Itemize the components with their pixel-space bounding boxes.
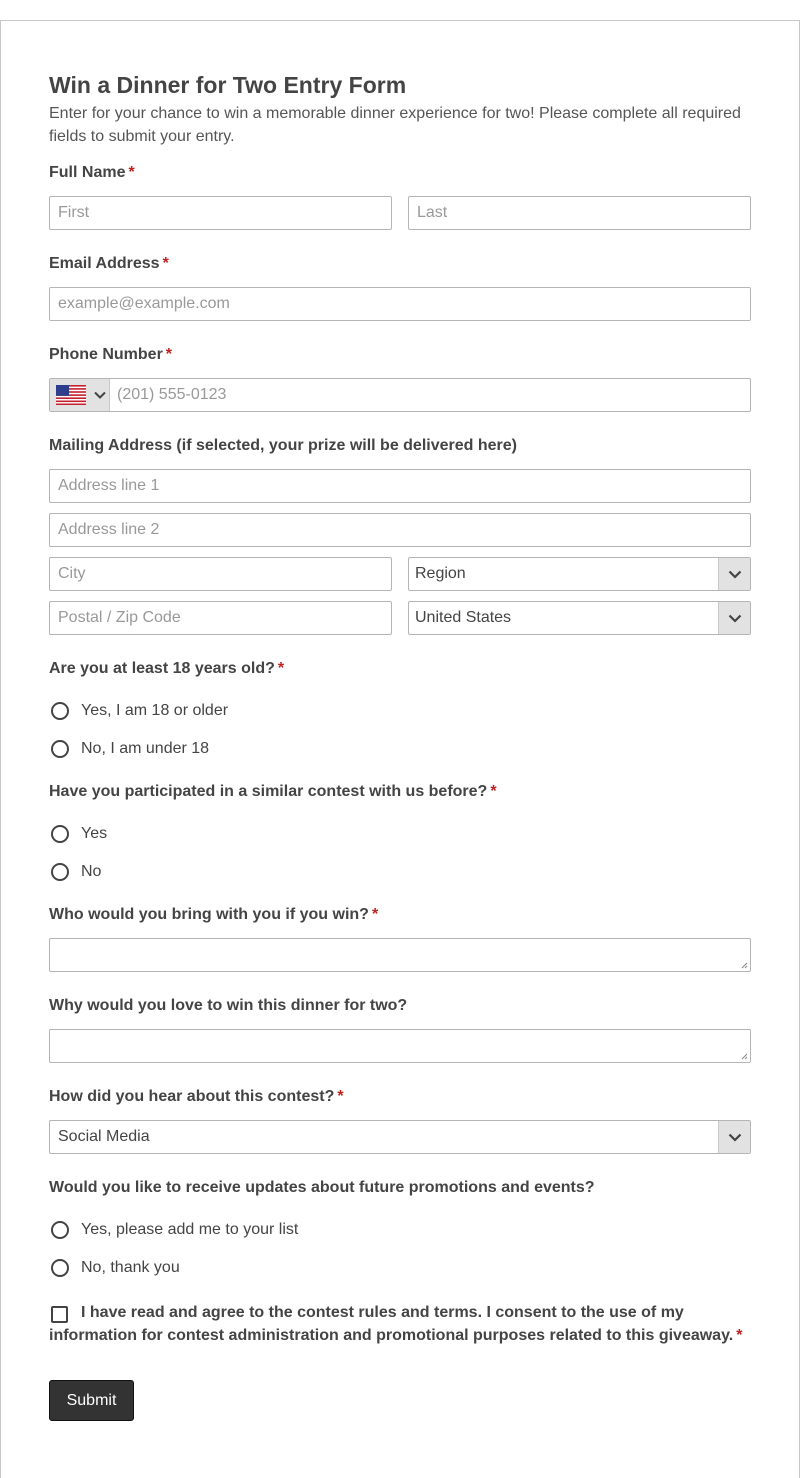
chevron-down-icon xyxy=(94,391,106,399)
radio-button[interactable] xyxy=(51,863,69,881)
radio-button[interactable] xyxy=(51,740,69,758)
country-dropdown-button[interactable] xyxy=(718,602,750,634)
radio-label: Yes, I am 18 or older xyxy=(81,702,229,719)
radio-label: Yes, please add me to your list xyxy=(81,1221,299,1238)
updates-option-no[interactable]: No, thank you xyxy=(49,1257,180,1279)
required-marker: * xyxy=(490,783,497,800)
required-marker: * xyxy=(128,164,135,181)
last-name-input[interactable]: Last xyxy=(408,196,751,230)
age-question-label: Are you at least 18 years old? * xyxy=(49,660,284,678)
required-marker: * xyxy=(736,1327,743,1344)
radio-button[interactable] xyxy=(51,702,69,720)
radio-label: No, thank you xyxy=(81,1259,180,1276)
updates-question-label: Would you like to receive updates about … xyxy=(49,1179,595,1196)
phone-label-text: Phone Number xyxy=(49,346,163,363)
updates-option-yes[interactable]: Yes, please add me to your list xyxy=(49,1219,298,1241)
source-question-text: How did you hear about this contest? xyxy=(49,1088,335,1105)
phone-label: Phone Number * xyxy=(49,346,172,364)
country-code-select[interactable] xyxy=(50,379,110,411)
radio-label: No, I am under 18 xyxy=(81,740,210,757)
email-input[interactable]: example@example.com xyxy=(49,287,751,321)
city-input[interactable]: City xyxy=(49,557,392,591)
source-select-value: Social Media xyxy=(58,1128,150,1145)
region-select[interactable]: Region xyxy=(408,557,751,591)
participated-question-label: Have you participated in a similar conte… xyxy=(49,783,497,801)
region-dropdown-button[interactable] xyxy=(718,558,750,590)
region-select-value: Region xyxy=(415,565,466,582)
country-select[interactable]: United States xyxy=(408,601,751,635)
age-option-no[interactable]: No, I am under 18 xyxy=(49,738,209,760)
full-name-label: Full Name * xyxy=(49,164,135,182)
chevron-down-icon xyxy=(728,1133,741,1142)
required-marker: * xyxy=(337,1088,344,1105)
source-select[interactable]: Social Media xyxy=(49,1120,751,1154)
age-question-text: Are you at least 18 years old? xyxy=(49,660,275,677)
address-line2-input[interactable]: Address line 2 xyxy=(49,513,751,547)
first-name-input[interactable]: First xyxy=(49,196,392,230)
required-marker: * xyxy=(165,346,173,363)
age-option-yes[interactable]: Yes, I am 18 or older xyxy=(49,700,228,722)
companion-question-text: Who would you bring with you if you win? xyxy=(49,906,369,923)
address-line1-input[interactable]: Address line 1 xyxy=(49,469,751,503)
resize-handle-icon[interactable] xyxy=(741,1053,748,1060)
address-label: Mailing Address (if selected, your prize… xyxy=(49,437,517,454)
phone-input[interactable]: (201) 555-0123 xyxy=(49,378,751,412)
form-title: Win a Dinner for Two Entry Form xyxy=(49,72,407,98)
consent-text: I have read and agree to the contest rul… xyxy=(49,1304,734,1344)
radio-label: Yes xyxy=(81,825,108,842)
participated-option-no[interactable]: No xyxy=(49,861,101,883)
radio-button[interactable] xyxy=(51,1221,69,1239)
required-marker: * xyxy=(371,906,379,923)
radio-button[interactable] xyxy=(51,1259,69,1277)
country-select-value: United States xyxy=(415,609,512,626)
participated-option-yes[interactable]: Yes xyxy=(49,823,107,845)
required-marker: * xyxy=(162,255,169,272)
form-description: Enter for your chance to win a memorable… xyxy=(49,105,741,145)
submit-button[interactable]: Submit xyxy=(49,1380,134,1421)
participated-question-text: Have you participated in a similar conte… xyxy=(49,783,488,800)
radio-label: No xyxy=(81,863,102,880)
reason-question-label: Why would you love to win this dinner fo… xyxy=(49,997,408,1014)
chevron-down-icon xyxy=(728,614,741,623)
reason-textarea[interactable] xyxy=(49,1029,751,1063)
companion-question-label: Who would you bring with you if you win?… xyxy=(49,906,378,924)
chevron-down-icon xyxy=(728,570,741,579)
required-marker: * xyxy=(277,660,285,677)
source-question-label: How did you hear about this contest? * xyxy=(49,1088,344,1106)
us-flag-icon xyxy=(56,385,86,405)
consent-label: I have read and agree to the contest rul… xyxy=(49,1301,754,1347)
email-label: Email Address * xyxy=(49,255,169,273)
email-label-text: Email Address xyxy=(49,255,160,272)
full-name-label-text: Full Name xyxy=(49,164,126,181)
companion-textarea[interactable] xyxy=(49,938,751,972)
postal-code-input[interactable]: Postal / Zip Code xyxy=(49,601,392,635)
radio-button[interactable] xyxy=(51,825,69,843)
phone-placeholder: (201) 555-0123 xyxy=(117,386,227,403)
source-dropdown-button[interactable] xyxy=(718,1121,750,1153)
resize-handle-icon[interactable] xyxy=(741,962,748,969)
